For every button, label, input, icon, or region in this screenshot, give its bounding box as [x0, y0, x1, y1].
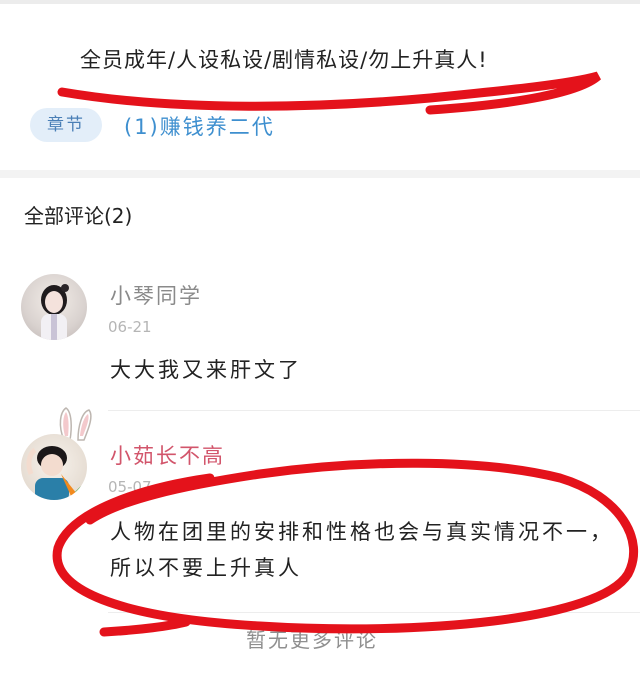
avatar[interactable]: [21, 274, 87, 340]
comment-date: 05-07: [108, 478, 152, 496]
chapter-tag: 章节: [30, 108, 102, 142]
comment-username[interactable]: 小茹长不高: [110, 440, 225, 470]
comment-text: 大大我又来肝文了: [110, 358, 302, 382]
comment-divider: [108, 410, 640, 411]
comments-heading: 全部评论(2): [24, 204, 133, 228]
card-top-edge: [0, 0, 640, 4]
comment-date: 06-21: [108, 318, 152, 336]
comment-username[interactable]: 小琴同学: [110, 280, 202, 310]
avatar-boy-icon: [26, 446, 81, 500]
work-notice: 全员成年/人设私设/剧情私设/勿上升真人!: [80, 48, 488, 72]
avatar[interactable]: [21, 434, 87, 500]
chapter-link[interactable]: (1)赚钱养二代: [124, 111, 275, 141]
no-more-comments-label: 暂无更多评论: [246, 628, 378, 652]
comment-divider: [108, 612, 640, 613]
work-info-card: 全员成年/人设私设/剧情私设/勿上升真人! 章节 (1)赚钱养二代: [0, 0, 640, 170]
comment-text: 人物在团里的安排和性格也会与真实情况不一，所以不要上升真人: [110, 520, 614, 580]
avatar-girl-icon: [41, 284, 69, 340]
comments-section: 全部评论(2) 小琴同学 06-21 大大我又来肝文了 小茹长不高 05-07 …: [0, 178, 640, 695]
